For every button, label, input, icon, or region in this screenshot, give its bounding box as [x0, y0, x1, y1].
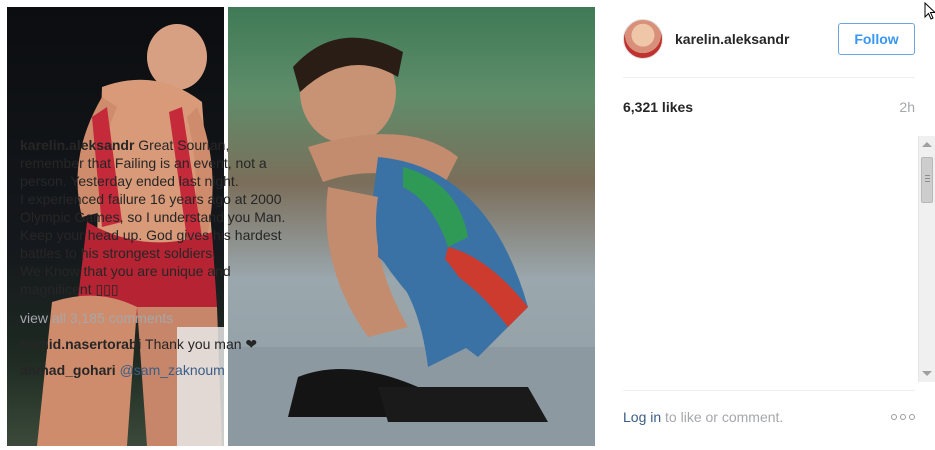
header-divider [623, 77, 915, 78]
caption: karelin.aleksandr Great Sourian, remembe… [20, 136, 292, 298]
post-sidebar: karelin.aleksandr Follow 6,321 likes 2h … [603, 0, 935, 450]
comments-list[interactable]: karelin.aleksandr Great Sourian, remembe… [20, 136, 320, 382]
login-link[interactable]: Log in [623, 409, 661, 425]
comments-scrollbar[interactable] [918, 136, 935, 382]
likes-count[interactable]: 6,321 likes [623, 99, 693, 115]
footer-divider [623, 390, 915, 391]
more-options-icon[interactable] [891, 414, 915, 420]
post-time[interactable]: 2h [899, 99, 915, 115]
comment-username-link[interactable]: hamid.nasertorabi [20, 336, 141, 352]
scrollbar-thumb[interactable] [921, 157, 933, 203]
comment-item: ahmad_gohari @sam_zaknoum [20, 361, 292, 379]
login-prompt-text: to like or comment. [661, 409, 784, 425]
follow-button[interactable]: Follow [838, 23, 915, 55]
post-header: karelin.aleksandr Follow [623, 16, 915, 62]
profile-avatar[interactable] [623, 19, 663, 59]
comment-username-link[interactable]: ahmad_gohari [20, 362, 116, 378]
likes-row: 6,321 likes 2h [623, 96, 915, 118]
comment-text: Thank you man ❤ [145, 336, 258, 352]
scroll-down-arrow-icon[interactable] [922, 371, 932, 376]
login-prompt: Log in to like or comment. [623, 409, 783, 425]
view-all-comments-link[interactable]: view all 3,185 comments [20, 309, 292, 327]
scroll-up-arrow-icon[interactable] [922, 142, 932, 147]
header-username-link[interactable]: karelin.aleksandr [675, 31, 838, 47]
caption-username-link[interactable]: karelin.aleksandr [20, 137, 134, 153]
post-footer: Log in to like or comment. [623, 407, 915, 427]
comment-mention-link[interactable]: @sam_zaknoum [120, 362, 225, 378]
mouse-cursor-icon [924, 2, 935, 20]
caption-text: Great Sourian, remember that Failing is … [20, 137, 286, 297]
comment-item: hamid.nasertorabi Thank you man ❤ [20, 335, 292, 353]
